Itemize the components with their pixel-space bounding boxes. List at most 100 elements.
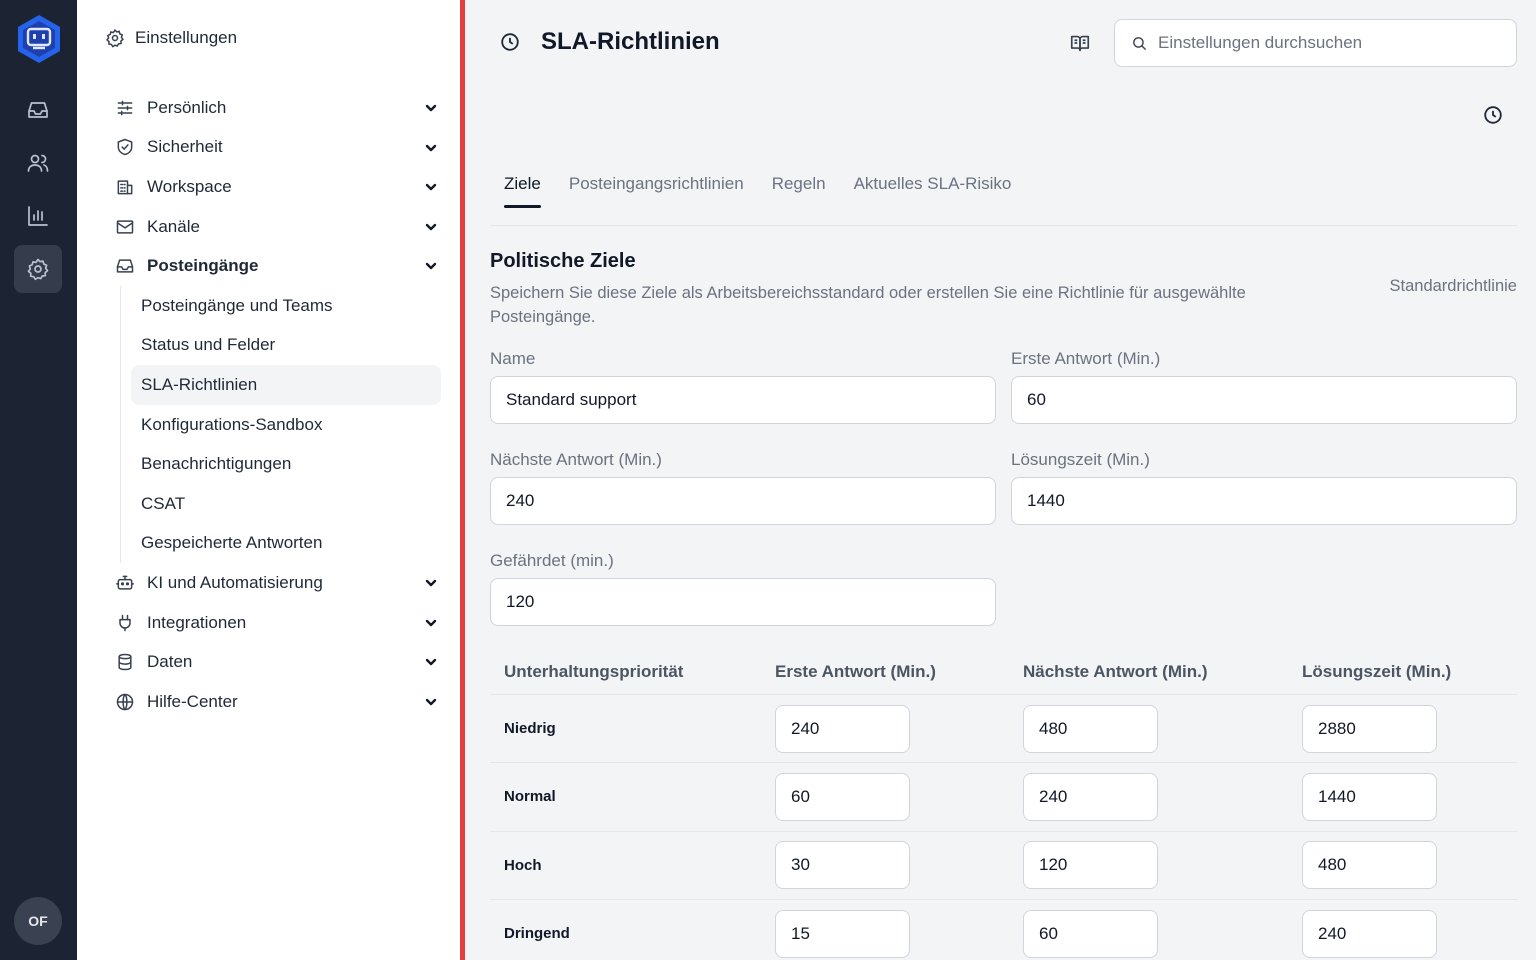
- first-response-field[interactable]: [1011, 376, 1517, 424]
- next-response-input[interactable]: [1023, 772, 1158, 821]
- clock-icon: [501, 33, 519, 51]
- column-header-first-response: Erste Antwort (Min.): [775, 662, 936, 681]
- sidebar-subitem-inboxes-teams[interactable]: Posteingänge und Teams: [131, 286, 441, 326]
- rail-settings-button[interactable]: [14, 245, 62, 293]
- sidebar-subitem-saved-replies[interactable]: Gespeicherte Antworten: [131, 524, 441, 564]
- tab-bar: Ziele Posteingangsrichtlinien Regeln Akt…: [490, 168, 1517, 226]
- sidebar-item-label: KI und Automatisierung: [147, 572, 323, 592]
- rail-contacts-button[interactable]: [14, 139, 62, 187]
- chevron-down-icon: [423, 615, 439, 631]
- table-row: Normal: [490, 763, 1517, 832]
- sidebar-item-channels[interactable]: Kanäle: [105, 207, 445, 247]
- priority-name: Hoch: [504, 856, 542, 874]
- user-avatar[interactable]: OF: [14, 897, 62, 945]
- database-icon: [115, 652, 135, 672]
- settings-header-label: Einstellungen: [135, 28, 238, 47]
- table-row: Hoch: [490, 832, 1517, 900]
- sidebar-item-inboxes[interactable]: Posteingänge: [105, 246, 445, 286]
- first-response-input[interactable]: [775, 841, 910, 890]
- gear-icon: [106, 28, 124, 48]
- settings-search[interactable]: [1114, 19, 1517, 67]
- contacts-icon: [27, 154, 49, 172]
- sidebar-subitem-status-fields[interactable]: Status und Felder: [131, 326, 441, 366]
- chevron-down-icon: [423, 140, 439, 156]
- documentation-button[interactable]: [1069, 32, 1091, 54]
- history-icon: [1484, 106, 1502, 124]
- resolution-field[interactable]: [1011, 477, 1517, 525]
- tab-inbox-policies[interactable]: Posteingangsrichtlinien: [555, 168, 758, 208]
- book-open-icon: [1070, 35, 1090, 52]
- column-header-next-response: Nächste Antwort (Min.): [1023, 662, 1208, 681]
- resolution-input[interactable]: [1302, 841, 1437, 890]
- sidebar-subitem-label: Status und Felder: [141, 335, 276, 355]
- reports-icon: [28, 206, 48, 226]
- table-header: Unterhaltungspriorität Erste Antwort (Mi…: [490, 650, 1517, 695]
- tab-current-sla-risk[interactable]: Aktuelles SLA-Risiko: [840, 168, 1026, 208]
- shield-icon: [115, 137, 135, 157]
- first-response-input[interactable]: [775, 704, 910, 753]
- rail-reports-button[interactable]: [14, 192, 62, 240]
- column-header-resolution: Lösungszeit (Min.): [1302, 662, 1452, 681]
- column-header-priority: Unterhaltungspriorität: [504, 662, 684, 681]
- resolution-input[interactable]: [1302, 772, 1437, 821]
- sidebar-item-label: Sicherheit: [147, 137, 223, 157]
- sidebar-item-label: Hilfe-Center: [147, 691, 238, 711]
- next-response-input[interactable]: [1023, 841, 1158, 890]
- resolution-input[interactable]: [1302, 909, 1437, 958]
- default-policy-label: Standardrichtlinie: [1389, 277, 1518, 295]
- sidebar-subitem-label: Gespeicherte Antworten: [141, 533, 323, 553]
- search-input[interactable]: [1158, 33, 1498, 53]
- sidebar-item-personal[interactable]: Persönlich: [105, 88, 445, 128]
- first-response-input[interactable]: [775, 909, 910, 958]
- at-risk-label: Gefährdet (min.): [490, 551, 614, 570]
- sidebar-item-label: Workspace: [147, 176, 232, 196]
- sidebar-item-label: Persönlich: [147, 97, 227, 117]
- sidebar-subitem-label: SLA-Richtlinien: [141, 374, 258, 394]
- first-response-input[interactable]: [775, 772, 910, 821]
- next-response-field[interactable]: [490, 477, 996, 525]
- tab-rules[interactable]: Regeln: [758, 168, 840, 208]
- chevron-down-icon: [423, 575, 439, 591]
- priority-table: Unterhaltungspriorität Erste Antwort (Mi…: [490, 650, 1517, 960]
- sidebar-item-security[interactable]: Sicherheit: [105, 128, 445, 168]
- settings-sidebar: Einstellungen Persönlich Sicherheit Work…: [77, 0, 461, 960]
- sidebar-subitem-label: Konfigurations-Sandbox: [141, 414, 323, 434]
- name-field[interactable]: [490, 376, 996, 424]
- sidebar-item-workspace[interactable]: Workspace: [105, 167, 445, 207]
- building-icon: [115, 177, 135, 197]
- sidebar-item-help-center[interactable]: Hilfe-Center: [105, 682, 445, 722]
- next-response-input[interactable]: [1023, 704, 1158, 753]
- sidebar-subitem-sla-policies[interactable]: SLA-Richtlinien: [131, 365, 441, 405]
- sidebar-subitem-config-sandbox[interactable]: Konfigurations-Sandbox: [131, 405, 441, 445]
- page-header: SLA-Richtlinien: [499, 28, 720, 56]
- name-label: Name: [490, 349, 536, 368]
- priority-name: Niedrig: [504, 720, 556, 738]
- table-row: Dringend: [490, 900, 1517, 960]
- sidebar-item-integrations[interactable]: Integrationen: [105, 603, 445, 643]
- inboxes-submenu: Posteingänge und Teams Status und Felder…: [120, 285, 445, 564]
- tab-goals[interactable]: Ziele: [490, 168, 555, 208]
- inbox-icon: [28, 102, 48, 118]
- resolution-label: Lösungszeit (Min.): [1011, 450, 1150, 469]
- priority-name: Dringend: [504, 925, 570, 943]
- section-title: Politische Ziele: [490, 250, 636, 272]
- app-logo-icon[interactable]: [16, 14, 62, 64]
- history-button[interactable]: [1482, 104, 1504, 126]
- bot-icon: [115, 573, 135, 593]
- next-response-input[interactable]: [1023, 909, 1158, 958]
- resolution-input[interactable]: [1302, 704, 1437, 753]
- sidebar-subitem-notifications[interactable]: Benachrichtigungen: [131, 444, 441, 484]
- globe-icon: [115, 692, 135, 712]
- inbox-icon: [115, 256, 135, 276]
- plug-icon: [115, 613, 135, 633]
- next-response-label: Nächste Antwort (Min.): [490, 450, 662, 469]
- sidebar-item-data[interactable]: Daten: [105, 642, 445, 682]
- chevron-down-icon: [423, 179, 439, 195]
- sidebar-subitem-label: CSAT: [141, 493, 186, 513]
- settings-icon: [27, 258, 49, 281]
- at-risk-field[interactable]: [490, 578, 996, 626]
- rail-inbox-button[interactable]: [14, 86, 62, 134]
- sidebar-item-ai-automation[interactable]: KI und Automatisierung: [105, 563, 445, 603]
- sidebar-subitem-csat[interactable]: CSAT: [131, 484, 441, 524]
- chevron-down-icon: [423, 694, 439, 710]
